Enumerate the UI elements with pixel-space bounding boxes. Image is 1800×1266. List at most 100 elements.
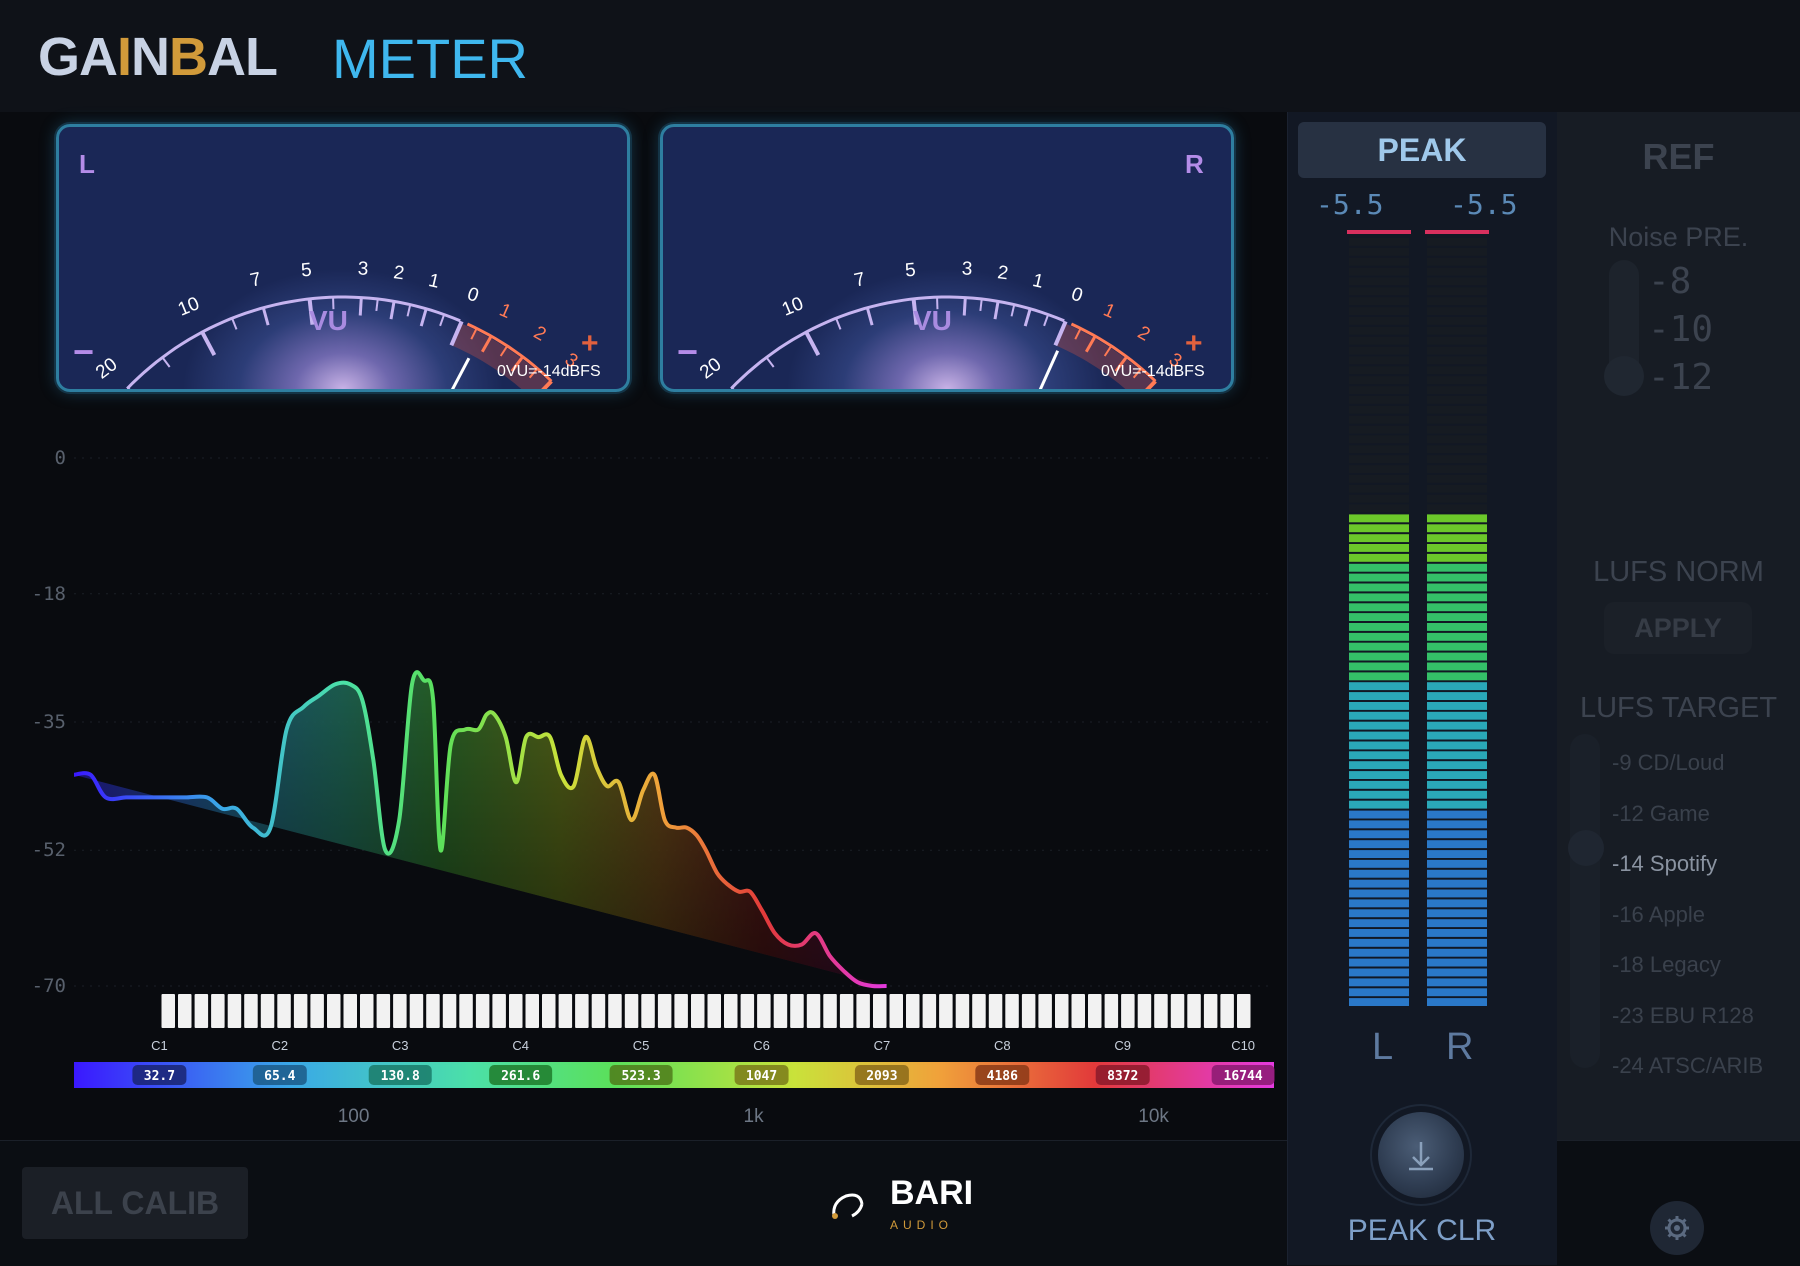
meter-segment xyxy=(1427,801,1487,809)
meter-segment xyxy=(1349,603,1409,611)
piano-key xyxy=(426,994,440,1028)
vu-scale-label: 3 xyxy=(961,258,973,279)
meter-segment xyxy=(1349,297,1409,305)
meter-segment xyxy=(1349,238,1409,246)
freq-badge-label: 1047 xyxy=(746,1069,777,1084)
noise-step[interactable]: -10 xyxy=(1648,306,1713,354)
lufs-target-option[interactable]: -23 EBU R128 xyxy=(1612,991,1763,1042)
vu-tick xyxy=(964,298,965,316)
piano-key xyxy=(1072,994,1086,1028)
piano-key xyxy=(1055,994,1069,1028)
meter-segment xyxy=(1427,574,1487,582)
meter-segment xyxy=(1349,574,1409,582)
piano-key xyxy=(807,994,821,1028)
note-label: C2 xyxy=(272,1038,289,1053)
freq-badge-label: 8372 xyxy=(1107,1069,1138,1084)
note-label: C3 xyxy=(392,1038,409,1053)
bari-audio-logo xyxy=(826,1178,874,1227)
lufs-target-option[interactable]: -12 Game xyxy=(1612,789,1763,840)
meter-segment xyxy=(1349,544,1409,552)
vu-tick xyxy=(263,308,268,325)
vu-scale-label: 20 xyxy=(696,354,726,383)
meter-segment xyxy=(1349,307,1409,315)
piano-key xyxy=(691,994,705,1028)
vu-minor-tick xyxy=(162,357,169,367)
piano-key xyxy=(823,994,837,1028)
logo-name: BARI xyxy=(890,1174,973,1213)
meter-segment xyxy=(1349,633,1409,641)
peak-value-left: -5.5 xyxy=(1316,188,1383,221)
lufs-target-option[interactable]: -14 Spotify xyxy=(1612,839,1763,890)
vu-channel-label: R xyxy=(1185,149,1204,180)
piano-key xyxy=(956,994,970,1028)
mode-title: METER xyxy=(332,26,528,91)
vu-minor-tick xyxy=(1012,305,1015,317)
vu-channel-label: L xyxy=(79,149,95,180)
vu-scale-label: 10 xyxy=(175,293,203,320)
piano-key xyxy=(377,994,391,1028)
note-label: C5 xyxy=(633,1038,650,1053)
piano-key xyxy=(1154,994,1168,1028)
vu-minus-label: − xyxy=(677,331,698,373)
meter-segment xyxy=(1427,890,1487,898)
meter-segment xyxy=(1427,307,1487,315)
meter-segment xyxy=(1427,416,1487,424)
vu-minus-label: − xyxy=(73,331,94,373)
meter-segment xyxy=(1427,919,1487,927)
apply-button[interactable]: APPLY xyxy=(1604,602,1752,654)
meter-segment xyxy=(1427,722,1487,730)
vu-scale-label: 10 xyxy=(779,293,807,320)
meter-segment xyxy=(1427,465,1487,473)
meter-segment xyxy=(1349,978,1409,986)
vu-scale-label: 1 xyxy=(1100,300,1118,323)
lufs-target-label: LUFS TARGET xyxy=(1557,692,1800,725)
vu-ref-label: 0VU=-14dBFS xyxy=(1101,363,1205,381)
meter-segment xyxy=(1349,248,1409,256)
piano-key xyxy=(261,994,275,1028)
piano-key xyxy=(1105,994,1119,1028)
lufs-target-option[interactable]: -16 Apple xyxy=(1612,890,1763,941)
peak-mode-button[interactable]: PEAK xyxy=(1298,122,1546,178)
vu-scale-label: 0 xyxy=(1069,284,1086,307)
meter-segment xyxy=(1427,357,1487,365)
piano-key xyxy=(1088,994,1102,1028)
x-tick-label: 10k xyxy=(1138,1106,1169,1127)
meter-segment xyxy=(1349,919,1409,927)
meter-segment xyxy=(1349,268,1409,276)
ref-title: REF xyxy=(1557,136,1800,178)
meter-segment xyxy=(1349,278,1409,286)
meter-segment xyxy=(1349,653,1409,661)
meter-segment xyxy=(1349,692,1409,700)
brand-logo: GAINBAL xyxy=(38,26,277,88)
lufs-target-option[interactable]: -9 CD/Loud xyxy=(1612,738,1763,789)
lufs-target-slider-thumb[interactable] xyxy=(1568,830,1604,866)
settings-button[interactable] xyxy=(1650,1201,1704,1255)
all-calib-button[interactable]: ALL CALIB xyxy=(22,1167,248,1239)
lufs-target-option[interactable]: -18 Legacy xyxy=(1612,940,1763,991)
vu-scale-label: 2 xyxy=(1134,322,1154,345)
meter-segment xyxy=(1427,880,1487,888)
lufs-target-slider[interactable] xyxy=(1570,734,1600,1068)
peak-clear-button[interactable] xyxy=(1378,1112,1464,1198)
x-tick-label: 1k xyxy=(744,1106,765,1127)
noise-pre-slider-thumb[interactable] xyxy=(1604,356,1644,396)
piano-key xyxy=(1038,994,1052,1028)
meter-segment xyxy=(1427,584,1487,592)
meter-segment xyxy=(1349,357,1409,365)
noise-step[interactable]: -8 xyxy=(1648,258,1713,306)
vu-tick xyxy=(995,301,998,319)
meter-segment xyxy=(1427,268,1487,276)
meter-segment xyxy=(1349,406,1409,414)
piano-key xyxy=(410,994,424,1028)
piano-key xyxy=(708,994,722,1028)
meter-segment xyxy=(1349,988,1409,996)
noise-step[interactable]: -12 xyxy=(1648,354,1713,402)
meter-segment xyxy=(1427,939,1487,947)
meter-segment xyxy=(1427,376,1487,384)
lufs-target-option[interactable]: -24 ATSC/ARIB xyxy=(1612,1041,1763,1092)
meter-segment xyxy=(1427,495,1487,503)
piano-key xyxy=(211,994,225,1028)
meter-segment xyxy=(1349,514,1409,522)
vu-scale-label: 7 xyxy=(852,269,867,292)
vu-meter-left: 2010753210123 L VU − + 0VU=-14dBFS xyxy=(56,124,630,392)
